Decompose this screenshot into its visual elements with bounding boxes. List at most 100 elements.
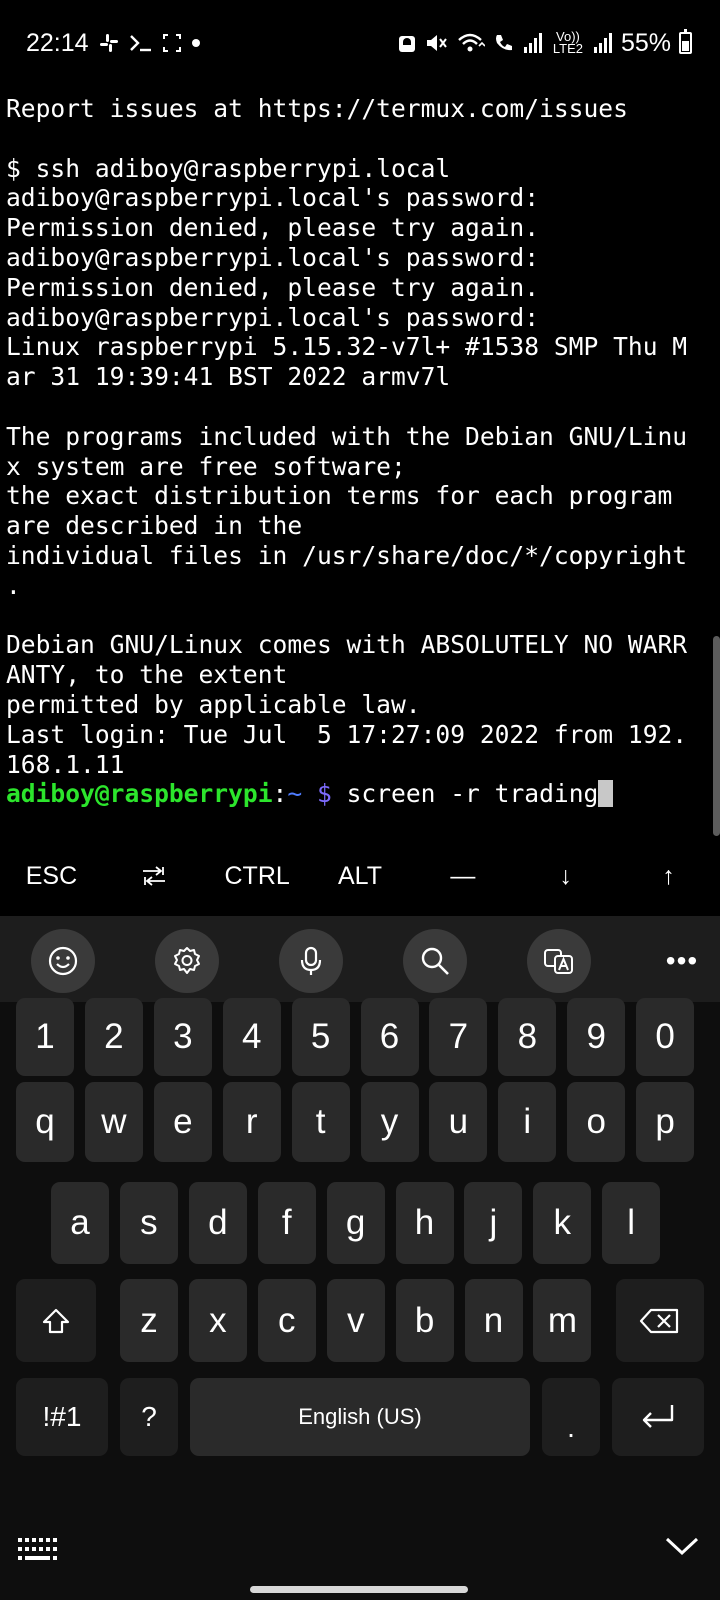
key-b[interactable]: b: [395, 1279, 454, 1362]
symbols-key[interactable]: !#1: [16, 1378, 108, 1456]
prompt-separator: :: [272, 779, 288, 809]
terminal-line: Linux raspberrypi 5.15.32-v7l+ #1538 SMP…: [6, 332, 688, 362]
status-time: 22:14: [26, 28, 89, 57]
wifi-icon: [457, 28, 485, 58]
tab-key[interactable]: [103, 836, 206, 916]
key-v[interactable]: v: [326, 1279, 385, 1362]
key-r[interactable]: r: [222, 1082, 281, 1162]
terminal-line: the exact distribution terms for each pr…: [6, 481, 673, 511]
key-c[interactable]: c: [257, 1279, 316, 1362]
key-3[interactable]: 3: [153, 998, 212, 1076]
key-1[interactable]: 1: [16, 998, 74, 1076]
battery-percent: 55%: [620, 28, 671, 57]
signal-icon-2: [593, 28, 613, 58]
shift-icon[interactable]: [16, 1279, 96, 1362]
key-m[interactable]: m: [533, 1279, 592, 1362]
gesture-handle[interactable]: [250, 1586, 468, 1593]
mute-icon: [425, 28, 449, 58]
key-e[interactable]: e: [153, 1082, 212, 1162]
alt-key[interactable]: ALT: [309, 836, 412, 916]
terminal-line: Permission denied, please try again.: [6, 272, 540, 302]
search-icon[interactable]: [403, 929, 467, 993]
terminal-prompt-line[interactable]: adiboy@raspberrypi:~ $ screen -r trading: [6, 779, 714, 809]
key-x[interactable]: x: [188, 1279, 247, 1362]
terminal-lines: Report issues at https://termux.com/issu…: [6, 94, 714, 779]
settings-icon[interactable]: [155, 929, 219, 993]
key-h[interactable]: h: [395, 1182, 454, 1264]
terminal-line: ar 31 19:39:41 BST 2022 armv7l: [6, 362, 451, 392]
battery-icon: [679, 29, 692, 54]
terminal-line: are described in the: [6, 511, 303, 541]
arrow-up-key[interactable]: ↑: [617, 836, 720, 916]
key-a[interactable]: a: [51, 1182, 109, 1264]
volte-label: Vo)) LTE2: [552, 29, 583, 56]
enter-icon[interactable]: [612, 1378, 704, 1456]
prompt-user: adiboy@raspberrypi: [6, 779, 273, 809]
ctrl-key[interactable]: CTRL: [206, 836, 309, 916]
terminal-line: Permission denied, please try again.: [6, 213, 540, 243]
prompt-symbol: $: [316, 779, 332, 809]
key-j[interactable]: j: [464, 1182, 523, 1264]
slack-icon: [99, 28, 119, 58]
key-2[interactable]: 2: [84, 998, 143, 1076]
dash-key[interactable]: —: [411, 836, 514, 916]
period-key[interactable]: .: [542, 1378, 600, 1456]
key-f[interactable]: f: [257, 1182, 316, 1264]
terminal-scrollbar[interactable]: [713, 636, 720, 836]
more-icon[interactable]: •••: [662, 929, 702, 993]
terminal-line: adiboy@raspberrypi.local's password:: [6, 183, 540, 213]
key-o[interactable]: o: [567, 1082, 626, 1162]
terminal-line: Last login: Tue Jul 5 17:27:09 2022 from…: [6, 719, 688, 749]
key-4[interactable]: 4: [222, 998, 281, 1076]
space-bar[interactable]: English (US): [190, 1378, 530, 1456]
key-5[interactable]: 5: [291, 998, 350, 1076]
key-g[interactable]: g: [326, 1182, 385, 1264]
arrow-down-key[interactable]: ↓: [514, 836, 617, 916]
key-s[interactable]: s: [119, 1182, 178, 1264]
terminal-line: The programs included with the Debian GN…: [6, 421, 688, 451]
key-l[interactable]: l: [602, 1182, 661, 1264]
extra-keys-row: ESC CTRL ALT — ↓ ↑: [0, 836, 720, 916]
key-7[interactable]: 7: [429, 998, 488, 1076]
key-d[interactable]: d: [188, 1182, 247, 1264]
translate-icon[interactable]: [527, 929, 591, 993]
key-w[interactable]: w: [84, 1082, 143, 1162]
keyboard-icon[interactable]: [18, 1536, 60, 1569]
microphone-icon[interactable]: [279, 929, 343, 993]
key-u[interactable]: u: [429, 1082, 488, 1162]
key-k[interactable]: k: [533, 1182, 592, 1264]
key-6[interactable]: 6: [360, 998, 419, 1076]
emoji-icon[interactable]: [31, 929, 95, 993]
key-0[interactable]: 0: [636, 998, 695, 1076]
key-t[interactable]: t: [291, 1082, 350, 1162]
terminal-line: 168.1.11: [6, 749, 125, 779]
status-bar: 22:14 Vo)) LTE2 55%: [0, 0, 720, 84]
signal-icon: [523, 28, 543, 58]
chevron-down-icon[interactable]: [664, 1534, 700, 1563]
terminal-line: permitted by applicable law.: [6, 689, 421, 719]
esc-key[interactable]: ESC: [0, 836, 103, 916]
key-y[interactable]: y: [360, 1082, 419, 1162]
prompt-path: ~: [287, 779, 303, 809]
keyboard-toolbar: •••: [0, 916, 720, 1002]
key-p[interactable]: p: [636, 1082, 695, 1162]
key-9[interactable]: 9: [567, 998, 626, 1076]
terminal-cursor: [598, 780, 614, 808]
terminal-output[interactable]: Report issues at https://termux.com/issu…: [6, 94, 714, 824]
terminal-line: .: [6, 570, 21, 600]
screenshot-icon: [162, 28, 181, 58]
question-key[interactable]: ?: [120, 1378, 178, 1456]
terminal-line: adiboy@raspberrypi.local's password:: [6, 242, 540, 272]
key-q[interactable]: q: [16, 1082, 74, 1162]
key-z[interactable]: z: [120, 1279, 178, 1362]
terminal-line: x system are free software;: [6, 451, 406, 481]
backspace-icon[interactable]: [616, 1279, 704, 1362]
wifi-calling-icon: [493, 28, 515, 58]
key-8[interactable]: 8: [498, 998, 557, 1076]
key-n[interactable]: n: [464, 1279, 523, 1362]
key-i[interactable]: i: [498, 1082, 557, 1162]
terminal-line: Report issues at https://termux.com/issu…: [6, 94, 628, 123]
